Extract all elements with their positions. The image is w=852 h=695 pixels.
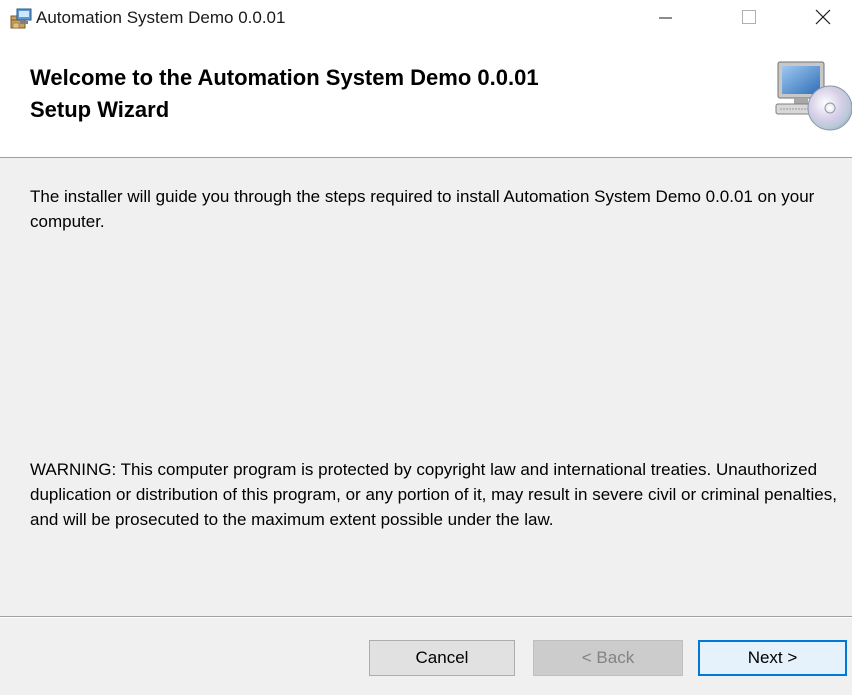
setup-wizard-window: Automation System Demo 0.0.01 Welcome to… xyxy=(0,0,852,695)
title-bar[interactable]: Automation System Demo 0.0.01 xyxy=(0,0,852,38)
back-button[interactable]: < Back xyxy=(533,640,683,676)
copyright-warning-text: WARNING: This computer program is protec… xyxy=(30,460,837,529)
computer-cd-icon xyxy=(772,58,852,138)
minimize-icon xyxy=(657,9,673,30)
wizard-header: Welcome to the Automation System Demo 0.… xyxy=(0,38,852,158)
next-button[interactable]: Next > xyxy=(698,640,847,676)
page-title-line1: Welcome to the Automation System Demo 0.… xyxy=(30,65,539,90)
wizard-content: The installer will guide you through the… xyxy=(0,158,852,616)
intro-text: The installer will guide you through the… xyxy=(30,187,815,231)
close-icon xyxy=(814,8,832,31)
minimize-button[interactable] xyxy=(636,0,694,38)
close-button[interactable] xyxy=(794,0,852,38)
maximize-icon xyxy=(741,9,757,30)
window-title: Automation System Demo 0.0.01 xyxy=(36,8,286,27)
maximize-button[interactable] xyxy=(720,0,778,38)
page-title-line2: Setup Wizard xyxy=(30,97,170,122)
cancel-button[interactable]: Cancel xyxy=(369,640,515,676)
installer-package-icon xyxy=(9,7,33,31)
footer-divider xyxy=(0,616,852,618)
page-title: Welcome to the Automation System Demo 0.… xyxy=(30,62,539,126)
